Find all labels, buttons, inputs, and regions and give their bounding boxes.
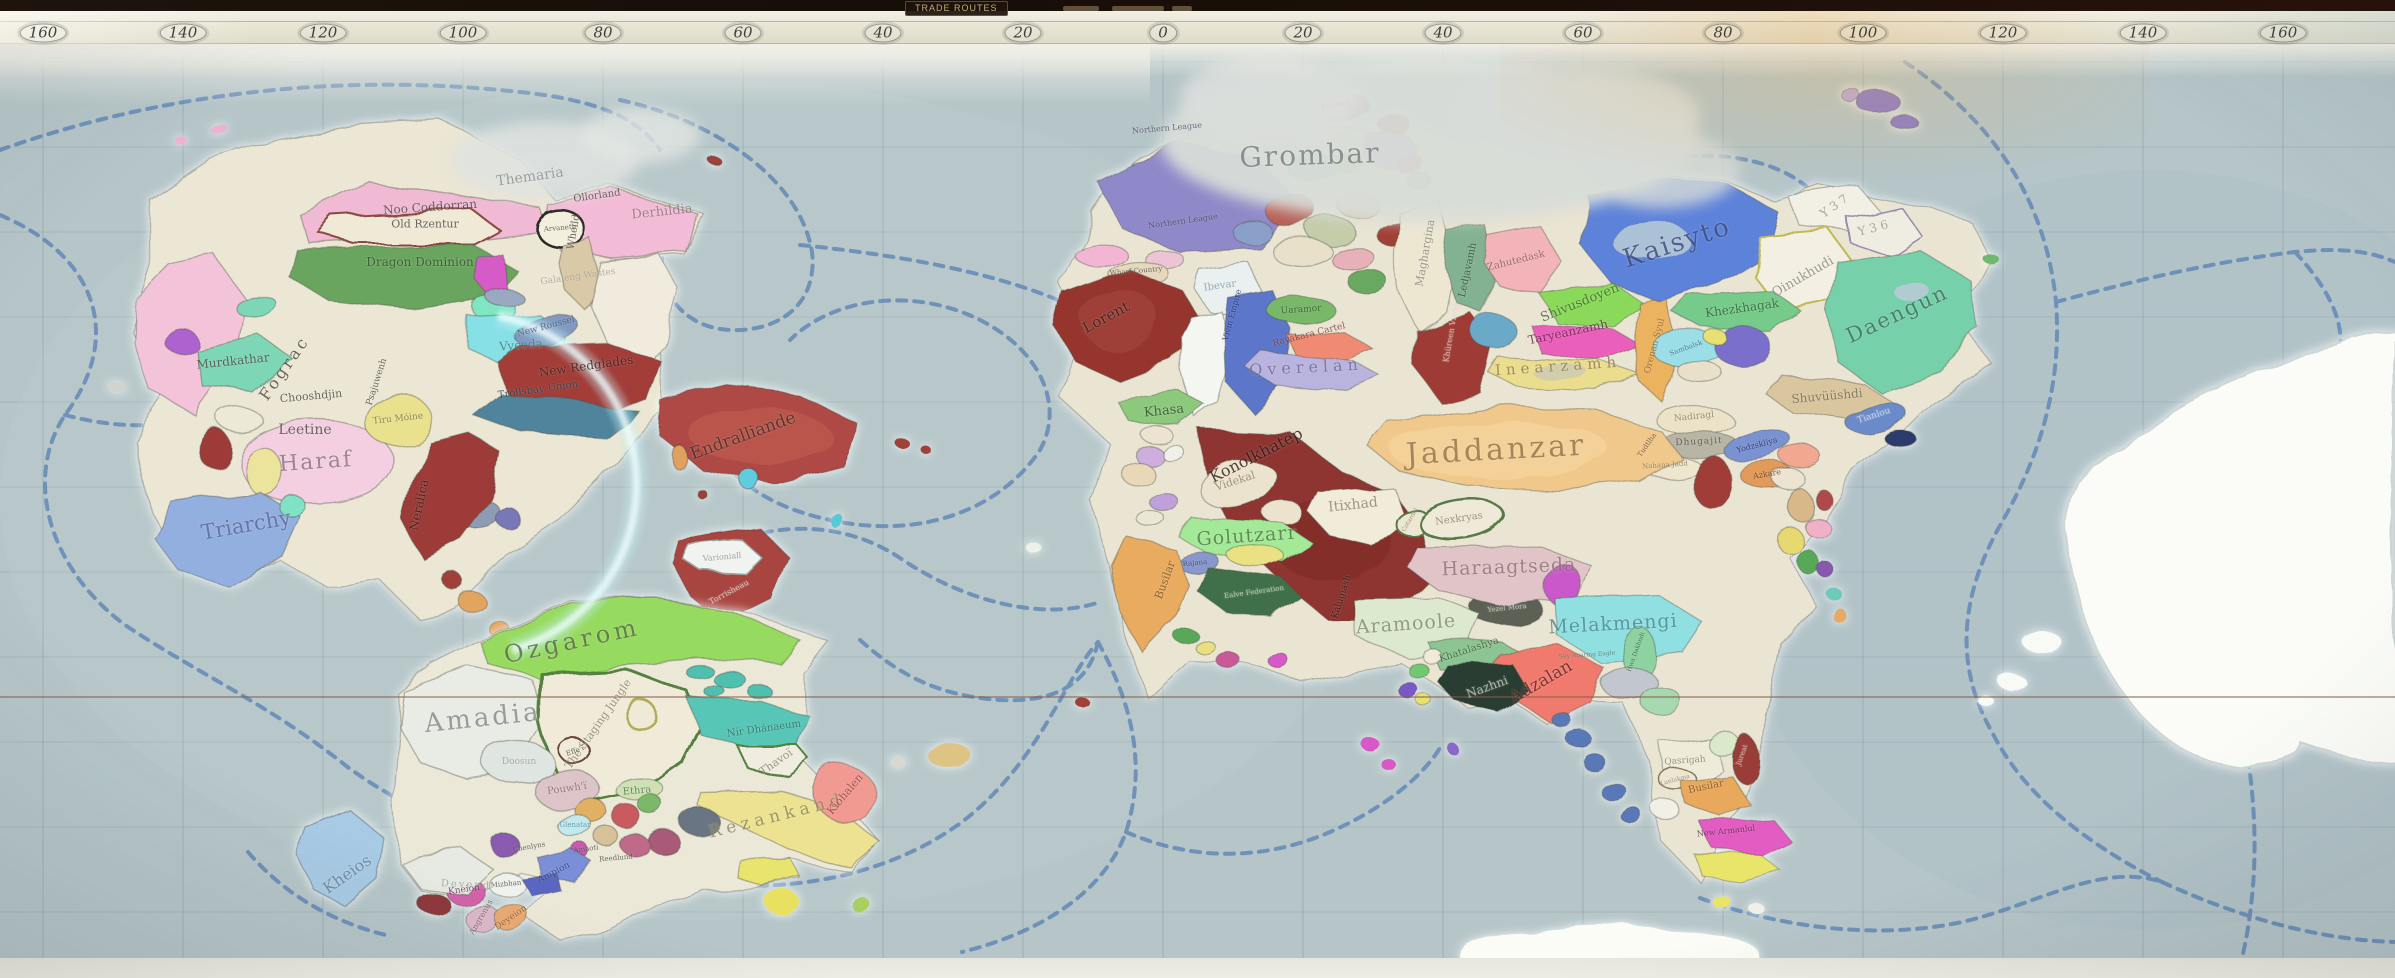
ruler-degree-4: 80 bbox=[584, 23, 622, 43]
ruler-degree-13: 100 bbox=[1839, 23, 1887, 43]
ruler-degree-9: 20 bbox=[1284, 23, 1322, 43]
ruler-degree-14: 120 bbox=[1979, 23, 2027, 43]
country-kiohalen[interactable] bbox=[814, 766, 876, 822]
game-window: Themaria Noo Coddorran Old Rzentur Dragon D… bbox=[0, 0, 2395, 978]
longitude-ruler: 160 140 120 100 80 60 40 20 0 20 40 60 80 100 120 140 16… bbox=[0, 11, 2395, 44]
ruler-degree-8: 0 bbox=[1149, 23, 1177, 43]
world-map[interactable] bbox=[0, 0, 2395, 978]
top-bar bbox=[0, 0, 2395, 11]
map-mode-tab[interactable]: TRADE ROUTES bbox=[905, 1, 1008, 16]
ruler-degree-12: 80 bbox=[1704, 23, 1742, 43]
ruler-degree-5: 60 bbox=[724, 23, 762, 43]
legend-smudge bbox=[1063, 6, 1099, 11]
daylight-tint bbox=[1500, 40, 2150, 220]
ruler-degree-16: 160 bbox=[2259, 23, 2307, 43]
ruler-degree-10: 40 bbox=[1424, 23, 1462, 43]
ruler-degree-15: 140 bbox=[2119, 23, 2167, 43]
ruler-degree-0: 160 bbox=[19, 23, 67, 43]
ruler-degree-3: 100 bbox=[439, 23, 487, 43]
ruler-degree-7: 20 bbox=[1004, 23, 1042, 43]
ruler-degree-1: 140 bbox=[159, 23, 207, 43]
map-south-margin bbox=[0, 958, 2395, 978]
legend-smudge bbox=[1172, 6, 1192, 11]
ruler-degree-2: 120 bbox=[299, 23, 347, 43]
ruler-degree-6: 40 bbox=[864, 23, 902, 43]
ruler-degree-11: 60 bbox=[1564, 23, 1602, 43]
legend-smudge bbox=[1112, 6, 1164, 11]
